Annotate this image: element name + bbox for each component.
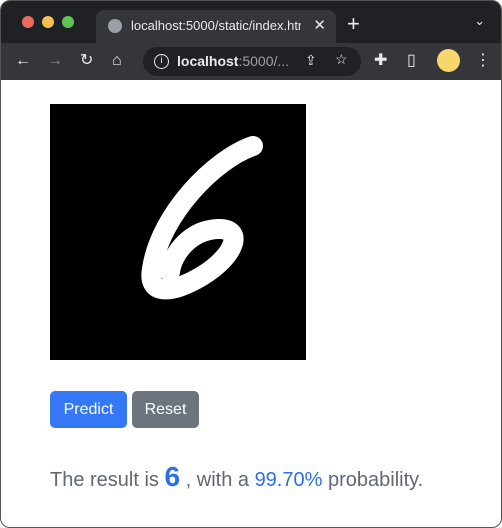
home-icon[interactable]: ⌂ xyxy=(112,51,122,71)
extensions-icon[interactable]: ✚ xyxy=(374,51,387,71)
browser-tab[interactable]: localhost:5000/static/index.html ✕ xyxy=(96,10,336,43)
maximize-window-button[interactable] xyxy=(62,16,74,28)
close-tab-icon[interactable]: ✕ xyxy=(313,16,326,34)
toolbar: ← → ↻ ⌂ i localhost:5000/... ⇪ ☆ ✚ ▯ ⋮ xyxy=(1,43,501,80)
url-text: localhost:5000/... xyxy=(177,53,290,69)
share-icon[interactable]: ⇪ xyxy=(305,52,317,69)
back-icon[interactable]: ← xyxy=(15,51,31,71)
result-middle: , with a xyxy=(185,469,249,491)
star-icon[interactable]: ☆ xyxy=(335,51,348,68)
predict-button[interactable]: Predict xyxy=(50,391,127,428)
forward-icon[interactable]: → xyxy=(47,51,63,71)
drawn-digit xyxy=(141,136,263,300)
predicted-digit: 6 xyxy=(164,461,181,492)
tab-search-chevron-icon[interactable]: ⌄ xyxy=(474,13,485,29)
side-panel-icon[interactable]: ▯ xyxy=(407,51,416,71)
avatar[interactable] xyxy=(437,49,460,72)
reload-icon[interactable]: ↻ xyxy=(80,51,93,71)
result-prefix: The result is xyxy=(50,469,159,491)
browser-window: localhost:5000/static/index.html ✕ + ⌄ ←… xyxy=(0,0,502,528)
drawing-canvas[interactable] xyxy=(50,104,306,360)
close-window-button[interactable] xyxy=(22,16,34,28)
result-suffix: probability. xyxy=(327,469,424,491)
new-tab-button[interactable]: + xyxy=(347,11,360,37)
info-icon[interactable]: i xyxy=(154,54,169,69)
globe-icon xyxy=(108,19,122,33)
reset-button[interactable]: Reset xyxy=(132,391,199,428)
probability-value: 99.70% xyxy=(254,469,323,491)
menu-icon[interactable]: ⋮ xyxy=(475,51,491,71)
result-text: The result is 6 , with a 99.70% probabil… xyxy=(50,461,423,493)
minimize-window-button[interactable] xyxy=(42,16,54,28)
address-bar[interactable]: i localhost:5000/... ⇪ ☆ xyxy=(143,47,361,76)
tab-bar: localhost:5000/static/index.html ✕ + ⌄ xyxy=(1,1,501,43)
tab-title: localhost:5000/static/index.html xyxy=(131,18,301,33)
